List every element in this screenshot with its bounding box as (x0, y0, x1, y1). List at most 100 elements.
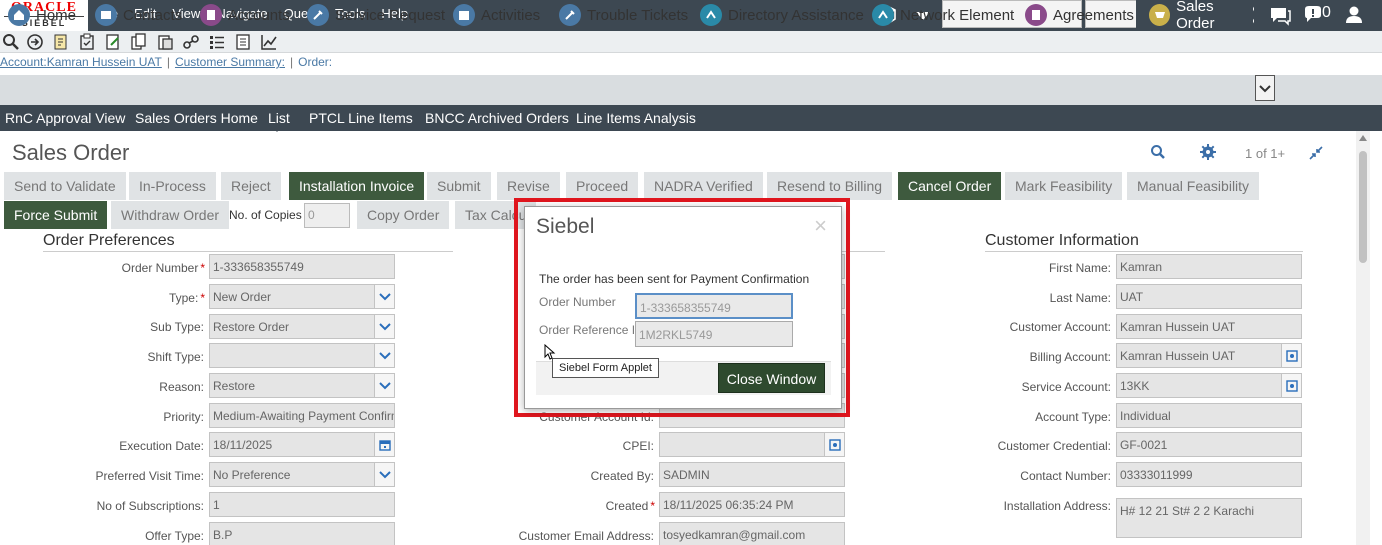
installation-address-field[interactable]: H# 12 21 St# 2 2 Karachi (1116, 498, 1302, 538)
created-field[interactable]: 18/11/2025 06:35:24 PM (659, 492, 845, 517)
application-toolbar (0, 31, 1382, 53)
chart-icon[interactable] (260, 33, 278, 51)
contact-number-label: Contact Number: (1020, 469, 1111, 483)
notifications-icon[interactable] (1302, 4, 1324, 26)
copies-input[interactable]: 0 (304, 203, 350, 228)
trouble-tickets-icon (559, 4, 581, 26)
billing-account-pick-button[interactable] (1281, 343, 1302, 368)
tab-network-element[interactable]: Network Element (872, 0, 1014, 30)
withdraw-order-button[interactable]: Withdraw Order (111, 201, 230, 229)
user-profile-icon[interactable] (1343, 4, 1365, 26)
reject-button[interactable]: Reject (221, 172, 281, 200)
tab-trouble-tickets-label: Trouble Tickets (587, 6, 689, 24)
execution-date-field[interactable]: 18/11/2025 (209, 432, 375, 457)
proceed-button[interactable]: Proceed (566, 172, 639, 200)
resend-to-billing-button[interactable]: Resend to Billing (767, 172, 893, 200)
view-rnc-approval[interactable]: RnC Approval View (5, 105, 125, 131)
page-scrollbar[interactable] (1356, 131, 1370, 545)
dialog-order-ref-field[interactable]: 1M2RKL5749 (635, 321, 793, 347)
installation-invoice-button[interactable]: Installation Invoice (289, 172, 425, 200)
tab-trouble-tickets[interactable]: Trouble Tickets (559, 0, 688, 30)
tab-directory-assistance[interactable]: Directory Assistance (700, 0, 864, 30)
chat-icon[interactable] (1269, 4, 1291, 26)
form-applet-tooltip: Siebel Form Applet (552, 358, 659, 378)
breadcrumb-summary-link[interactable]: Customer Summary: (175, 55, 285, 69)
preferred-visit-time-field[interactable]: No Preference (209, 462, 375, 487)
tab-home[interactable]: Home (8, 0, 76, 30)
force-submit-button[interactable]: Force Submit (4, 201, 108, 229)
link-icon[interactable] (182, 33, 200, 51)
gear-icon[interactable] (1200, 144, 1216, 160)
service-account-field[interactable]: 13KK (1116, 373, 1282, 398)
scroll-up-arrow[interactable] (1359, 135, 1367, 141)
account-type-field[interactable]: Individual (1116, 403, 1302, 428)
go-forward-icon[interactable] (26, 33, 44, 51)
shift-type-dropdown-button[interactable] (374, 343, 395, 368)
priority-field[interactable]: Medium-Awaiting Payment Confirm (209, 403, 395, 428)
clipboard-check-icon[interactable] (78, 33, 96, 51)
customer-credential-field[interactable]: GF-0021 (1116, 432, 1302, 457)
tab-activities[interactable]: Activities (453, 0, 540, 30)
no-of-subscriptions-field[interactable]: 1 (209, 492, 395, 517)
tab-accounts[interactable]: Accounts (200, 0, 290, 30)
shift-type-field[interactable] (209, 343, 375, 368)
view-ptcl-line-items[interactable]: PTCL Line Items (309, 105, 413, 131)
type-dropdown-button[interactable] (374, 284, 395, 309)
notes-icon[interactable] (234, 33, 252, 51)
tab-sales-order[interactable]: Sales Order (1136, 0, 1253, 32)
collapse-icon[interactable] (1309, 146, 1323, 160)
mark-feasibility-button[interactable]: Mark Feasibility (1005, 172, 1123, 200)
cancel-order-button[interactable]: Cancel Order (898, 172, 1002, 200)
customer-account-field[interactable]: Kamran Hussein UAT (1116, 314, 1302, 339)
tab-service-request[interactable]: Service Request (307, 0, 445, 30)
service-account-pick-button[interactable] (1281, 373, 1302, 398)
tab-agreements[interactable]: Agreements (1025, 0, 1134, 30)
billing-account-field[interactable]: Kamran Hussein UAT (1116, 343, 1282, 368)
sub-type-label: Sub Type: (150, 320, 204, 334)
nadra-verified-button[interactable]: NADRA Verified (644, 172, 763, 200)
applet-title: Sales Order (12, 140, 130, 165)
breadcrumb-account-link[interactable]: Account:Kamran Hussein UAT (0, 55, 162, 69)
sub-type-field[interactable]: Restore Order (209, 314, 375, 339)
reason-field[interactable]: Restore (209, 373, 375, 398)
sub-type-dropdown-button[interactable] (374, 314, 395, 339)
tab-contacts[interactable]: Contacts (95, 0, 182, 30)
list-icon[interactable] (208, 33, 226, 51)
contact-number-field[interactable]: 03333011999 (1116, 462, 1302, 487)
execution-date-calendar-button[interactable] (374, 432, 395, 457)
revise-button[interactable]: Revise (497, 172, 560, 200)
copy-order-button[interactable]: Copy Order (357, 201, 450, 229)
view-sales-orders-home[interactable]: Sales Orders Home (135, 105, 258, 131)
search-icon[interactable] (1150, 144, 1166, 160)
first-name-field[interactable]: Kamran (1116, 254, 1302, 279)
cpei-pick-button[interactable] (824, 432, 845, 457)
submit-button[interactable]: Submit (427, 172, 491, 200)
dialog-order-number-field[interactable]: 1-333658355749 (635, 293, 793, 319)
last-name-field[interactable]: UAT (1116, 284, 1302, 309)
in-process-button[interactable]: In-Process (129, 172, 216, 200)
preferred-visit-time-dropdown-button[interactable] (374, 462, 395, 487)
view-line-items-analysis[interactable]: Line Items Analysis (576, 105, 696, 131)
new-record-icon[interactable] (52, 33, 70, 51)
more-tabs-dropdown[interactable] (1255, 75, 1275, 101)
edit-record-icon[interactable] (104, 33, 122, 51)
copy-record-icon[interactable] (130, 33, 148, 51)
type-field[interactable]: New Order (209, 284, 375, 309)
scroll-thumb[interactable] (1359, 151, 1367, 263)
reason-label: Reason: (159, 380, 204, 394)
reason-dropdown-button[interactable] (374, 373, 395, 398)
send-to-validate-button[interactable]: Send to Validate (4, 172, 126, 200)
dialog-close-icon[interactable]: × (814, 215, 827, 237)
close-window-button[interactable]: Close Window (718, 363, 825, 393)
order-number-field[interactable]: 1-333658355749 (209, 254, 395, 279)
manual-feasibility-button[interactable]: Manual Feasibility (1127, 172, 1260, 200)
customer-email-field[interactable]: tosyedkamran@gmail.com (659, 522, 845, 545)
cpei-field[interactable] (659, 432, 825, 457)
service-request-icon (307, 4, 329, 26)
paste-icon[interactable] (156, 33, 174, 51)
created-by-field[interactable]: SADMIN (659, 462, 845, 487)
last-name-label: Last Name: (1049, 291, 1111, 305)
view-bncc-archived-orders[interactable]: BNCC Archived Orders (425, 105, 569, 131)
offer-type-field[interactable]: B.P (209, 522, 395, 545)
search-icon[interactable] (2, 33, 20, 51)
